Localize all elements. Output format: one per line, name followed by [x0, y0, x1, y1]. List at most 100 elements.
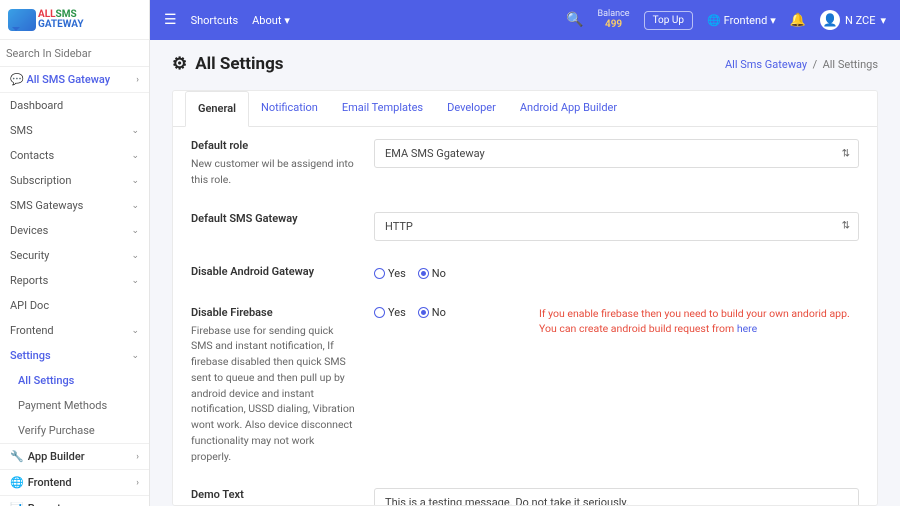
sidebar: ALLSMS GATEWAY 💬 All SMS Gateway › Dashb… — [0, 0, 150, 506]
nav-shortcuts[interactable]: Shortcuts — [191, 14, 239, 27]
tab-general[interactable]: General — [185, 91, 249, 127]
page-header: ⚙ All Settings All Sms Gateway / All Sett… — [150, 40, 900, 88]
sidebar-module-label: All SMS Gateway — [26, 73, 110, 86]
sidebar-item-contacts[interactable]: Contacts⌄ — [0, 143, 149, 168]
row-default-gateway: Default SMS Gateway HTTP ⇅ — [173, 200, 877, 253]
chart-icon: 📊 — [10, 502, 24, 506]
caret-down-icon: ▾ — [770, 14, 776, 27]
sidebar-item-apidoc[interactable]: API Doc — [0, 293, 149, 318]
chevron-down-icon: ⌄ — [131, 151, 139, 161]
sidebar-module-appbuilder[interactable]: 🔧App Builder› — [0, 443, 149, 469]
sidebar-item-security[interactable]: Security⌄ — [0, 243, 149, 268]
radio-label: No — [432, 306, 446, 319]
row-demo-text: Demo Text when demo mode is on this text… — [173, 476, 877, 506]
chevron-down-icon: ⌄ — [131, 251, 139, 261]
tab-emailtemplates[interactable]: Email Templates — [330, 91, 435, 126]
breadcrumb-sep: / — [813, 58, 818, 71]
sidebar-item-devices[interactable]: Devices⌄ — [0, 218, 149, 243]
note-link[interactable]: here — [737, 322, 757, 335]
avatar: 👤 — [820, 10, 840, 30]
chevron-down-icon: ⌄ — [131, 326, 139, 336]
sidebar-item-label: Reports — [10, 274, 48, 287]
sidebar-item-reports[interactable]: Reports ⌄ — [0, 268, 149, 293]
radio-icon — [418, 268, 429, 279]
radio-android-yes[interactable]: Yes — [374, 267, 406, 280]
radio-android-no[interactable]: No — [418, 267, 446, 280]
sidebar-item-frontend[interactable]: Frontend⌄ — [0, 318, 149, 343]
sidebar-module-allsms[interactable]: 💬 All SMS Gateway › — [0, 67, 149, 93]
sidebar-search — [0, 40, 149, 67]
sidebar-item-sms[interactable]: SMS⌄ — [0, 118, 149, 143]
sidebar-item-label: All Settings — [18, 374, 74, 387]
label-disable-android: Disable Android Gateway — [191, 265, 356, 278]
balance-label: Balance — [598, 10, 630, 20]
sidebar-item-label: SMS Gateways — [10, 199, 83, 212]
firebase-note: If you enable firebase then you need to … — [539, 306, 859, 338]
caret-down-icon: ▾ — [880, 14, 886, 27]
user-menu[interactable]: 👤 N ZCE ▾ — [820, 10, 886, 30]
chevron-down-icon: ⌄ — [131, 351, 139, 361]
topup-button[interactable]: Top Up — [644, 11, 693, 30]
gear-icon: ⚙ — [172, 54, 187, 74]
chevron-right-icon: › — [136, 452, 139, 462]
sidebar-item-smsgateways[interactable]: SMS Gateways⌄ — [0, 193, 149, 218]
input-demo-text[interactable]: This is a testing message. Do not take i… — [374, 488, 859, 506]
label-disable-firebase: Disable Firebase — [191, 306, 356, 319]
sidebar-module-frontend[interactable]: 🌐Frontend› — [0, 469, 149, 495]
sidebar-scroll: 💬 All SMS Gateway › Dashboard SMS⌄ Conta… — [0, 67, 149, 506]
sidebar-item-label: Frontend — [28, 476, 72, 489]
row-disable-firebase: Disable Firebase Firebase use for sendin… — [173, 294, 877, 477]
sidebar-item-subscription[interactable]: Subscription⌄ — [0, 168, 149, 193]
sidebar-item-label: API Doc — [10, 299, 49, 312]
search-icon[interactable]: 🔍 — [566, 12, 583, 28]
chevron-down-icon: ⌄ — [131, 126, 139, 136]
tab-notification[interactable]: Notification — [249, 91, 330, 126]
frontend-label: Frontend — [724, 14, 768, 27]
sidebar-sub-verify[interactable]: Verify Purchase — [0, 418, 149, 443]
bell-icon[interactable]: 🔔 — [790, 13, 806, 28]
sidebar-item-label: Devices — [10, 224, 48, 237]
balance-display: Balance 499 — [598, 10, 630, 31]
sidebar-sub-payment[interactable]: Payment Methods — [0, 393, 149, 418]
frontend-menu[interactable]: 🌐Frontend▾ — [707, 14, 776, 27]
radio-firebase-yes[interactable]: Yes — [374, 306, 406, 319]
sidebar-item-dashboard[interactable]: Dashboard — [0, 93, 149, 118]
radio-icon — [374, 307, 385, 318]
select-default-gateway[interactable]: HTTP ⇅ — [374, 212, 859, 241]
page-title: All Settings — [195, 54, 283, 74]
select-default-role[interactable]: EMA SMS Ggateway ⇅ — [374, 139, 859, 168]
sub-default-role: New customer wil be assigend into this r… — [191, 156, 356, 188]
sidebar-sub-allsettings[interactable]: All Settings — [0, 368, 149, 393]
sidebar-item-settings[interactable]: Settings⌄ — [0, 343, 149, 368]
select-value: HTTP — [385, 220, 413, 233]
label-default-gateway: Default SMS Gateway — [191, 212, 356, 225]
label-default-role: Default role — [191, 139, 356, 152]
chat-icon: 💬 — [10, 73, 26, 86]
user-name: N ZCE — [845, 14, 875, 27]
chevron-down-icon: ⌄ — [131, 276, 139, 286]
sidebar-item-label: Reports — [28, 502, 67, 506]
topbar: ☰ Shortcuts About▾ 🔍 Balance 499 Top Up … — [150, 0, 900, 40]
sort-icon: ⇅ — [842, 148, 850, 159]
row-default-role: Default role New customer wil be assigen… — [173, 127, 877, 200]
tab-androidappbuilder[interactable]: Android App Builder — [508, 91, 629, 126]
radio-label: Yes — [388, 306, 406, 319]
logo[interactable]: ALLSMS GATEWAY — [0, 0, 149, 40]
caret-down-icon: ▾ — [284, 14, 290, 27]
sidebar-search-input[interactable] — [6, 47, 143, 60]
sidebar-item-label: Dashboard — [10, 99, 63, 112]
sort-icon: ⇅ — [842, 221, 850, 232]
nav-about[interactable]: About▾ — [252, 14, 290, 27]
sidebar-item-label: App Builder — [28, 450, 85, 463]
sub-disable-firebase: Firebase use for sending quick SMS and i… — [191, 323, 356, 465]
hamburger-icon[interactable]: ☰ — [164, 12, 177, 28]
logo-icon — [8, 9, 36, 31]
radio-icon — [374, 268, 385, 279]
select-value: EMA SMS Ggateway — [385, 147, 485, 160]
sidebar-item-label: Payment Methods — [18, 399, 107, 412]
breadcrumb-root[interactable]: All Sms Gateway — [725, 58, 807, 71]
breadcrumb-leaf: All Settings — [823, 58, 878, 71]
tab-developer[interactable]: Developer — [435, 91, 508, 126]
sidebar-module-reports[interactable]: 📊Reports› — [0, 495, 149, 506]
radio-firebase-no[interactable]: No — [418, 306, 446, 319]
